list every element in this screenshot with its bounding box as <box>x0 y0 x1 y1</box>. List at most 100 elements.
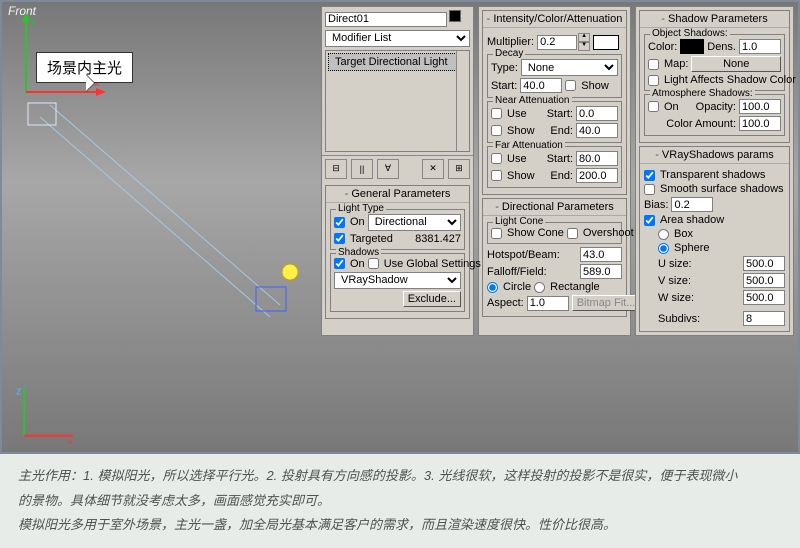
callout: 场景内主光 <box>36 52 133 83</box>
svg-text:y: y <box>31 16 36 27</box>
group-label: Light Type <box>336 203 386 214</box>
label: Hotspot/Beam: <box>487 249 560 261</box>
transparent-checkbox[interactable] <box>644 170 655 181</box>
area-shadow-checkbox[interactable] <box>644 215 655 226</box>
density-spinner[interactable] <box>739 39 781 54</box>
scrollbar[interactable] <box>456 51 469 151</box>
sphere-radio[interactable] <box>658 243 669 254</box>
falloff-spinner[interactable] <box>580 264 622 279</box>
hotspot-spinner[interactable] <box>580 247 622 262</box>
label: Bias: <box>644 199 668 211</box>
far-use-checkbox[interactable] <box>491 153 502 164</box>
shadows-on-checkbox[interactable] <box>334 258 345 269</box>
configure-icon[interactable]: ⊞ <box>448 159 470 179</box>
near-use-checkbox[interactable] <box>491 108 502 119</box>
group-label: Atmosphere Shadows: <box>650 88 755 99</box>
aspect-spinner[interactable] <box>527 296 569 311</box>
far-end-spinner[interactable] <box>576 168 618 183</box>
modifier-stack[interactable]: Target Directional Light <box>325 50 470 152</box>
label: Falloff/Field: <box>487 266 547 278</box>
atmo-on-checkbox[interactable] <box>648 101 659 112</box>
make-unique-icon[interactable]: ∀ <box>377 159 399 179</box>
caption-line: 模拟阳光多用于室外场景，主光一盏，加全局光基本满足客户的需求，而且渲染速度很快。… <box>18 513 782 538</box>
light-type-dropdown[interactable]: Directional <box>368 214 461 231</box>
rollout-header[interactable]: Shadow Parameters <box>640 11 789 28</box>
color-swatch[interactable] <box>449 10 461 22</box>
rollout-header[interactable]: Intensity/Color/Attenuation <box>483 11 626 28</box>
label: On <box>350 258 365 270</box>
opacity-spinner[interactable] <box>739 99 781 114</box>
rollout-header[interactable]: Directional Parameters <box>483 199 626 216</box>
label: Start: <box>547 153 573 165</box>
decay-type-dropdown[interactable]: None <box>521 59 618 76</box>
overshoot-checkbox[interactable] <box>567 228 578 239</box>
near-start-spinner[interactable] <box>576 106 618 121</box>
decay-show-checkbox[interactable] <box>565 80 576 91</box>
rollout-header[interactable]: VRayShadows params <box>640 147 789 164</box>
group-label: Near Attenuation <box>493 95 572 106</box>
rectangle-radio[interactable] <box>534 282 545 293</box>
label: Aspect: <box>487 297 524 309</box>
object-name-input[interactable] <box>325 12 447 27</box>
wsize-spinner[interactable] <box>743 290 785 305</box>
box-radio[interactable] <box>658 229 669 240</box>
targeted-checkbox[interactable] <box>334 233 345 244</box>
far-start-spinner[interactable] <box>576 151 618 166</box>
vsize-spinner[interactable] <box>743 273 785 288</box>
label: U size: <box>658 258 692 270</box>
far-show-checkbox[interactable] <box>491 170 502 181</box>
viewport[interactable]: Front yx zx 场景内主光 Modifier List Target D… <box>0 0 800 454</box>
shadow-panel: Shadow Parameters Object Shadows: Color:… <box>635 6 794 336</box>
near-show-checkbox[interactable] <box>491 125 502 136</box>
label: Box <box>674 228 693 240</box>
modifier-stack-item[interactable]: Target Directional Light <box>328 53 467 71</box>
map-checkbox[interactable] <box>648 59 659 70</box>
show-cone-checkbox[interactable] <box>491 228 502 239</box>
label: Smooth surface shadows <box>660 183 784 195</box>
light-affects-checkbox[interactable] <box>648 75 659 86</box>
label: Type: <box>491 62 518 74</box>
subdivs-spinner[interactable] <box>743 311 785 326</box>
label: Transparent shadows <box>660 169 765 181</box>
spin-up[interactable]: ▲ <box>578 33 590 42</box>
target-distance: 8381.427 <box>415 233 461 245</box>
remove-mod-icon[interactable]: ✕ <box>422 159 444 179</box>
modifier-list-dropdown[interactable]: Modifier List <box>325 30 470 47</box>
label: End: <box>550 170 573 182</box>
rollout-header[interactable]: General Parameters <box>326 186 469 203</box>
shadow-color-swatch[interactable] <box>680 39 704 54</box>
intensity-panel: Intensity/Color/Attenuation Multiplier:▲… <box>478 6 631 336</box>
coloramt-spinner[interactable] <box>739 116 781 131</box>
decay-start-spinner[interactable] <box>520 78 562 93</box>
group-label: Far Attenuation <box>493 140 565 151</box>
scene-geometry <box>20 97 320 357</box>
group-label: Light Cone <box>493 216 545 227</box>
smooth-checkbox[interactable] <box>644 184 655 195</box>
spin-down[interactable]: ▼ <box>578 42 590 51</box>
label: Map: <box>664 58 688 70</box>
label: Color Amount: <box>666 118 736 130</box>
light-on-checkbox[interactable] <box>334 217 345 228</box>
label: Start: <box>547 108 573 120</box>
label: On <box>350 216 365 228</box>
label: Use Global Settings <box>384 258 481 270</box>
map-button[interactable]: None <box>691 56 781 72</box>
use-global-checkbox[interactable] <box>368 258 379 269</box>
multiplier-spinner[interactable] <box>537 35 577 50</box>
label: Sphere <box>674 242 709 254</box>
near-end-spinner[interactable] <box>576 123 618 138</box>
bitmap-fit-button[interactable]: Bitmap Fit... <box>572 295 641 311</box>
color-swatch[interactable] <box>593 35 619 50</box>
shadow-type-dropdown[interactable]: VRayShadow <box>334 272 461 289</box>
pin-stack-icon[interactable]: ⊟ <box>325 159 347 179</box>
circle-radio[interactable] <box>487 282 498 293</box>
show-result-icon[interactable]: || <box>351 159 373 179</box>
label: Subdivs: <box>658 313 700 325</box>
label: V size: <box>658 275 691 287</box>
bias-spinner[interactable] <box>671 197 713 212</box>
label: Use <box>507 153 527 165</box>
usize-spinner[interactable] <box>743 256 785 271</box>
group-label: Decay <box>493 48 525 59</box>
label: Show <box>507 125 535 137</box>
exclude-button[interactable]: Exclude... <box>403 291 461 307</box>
